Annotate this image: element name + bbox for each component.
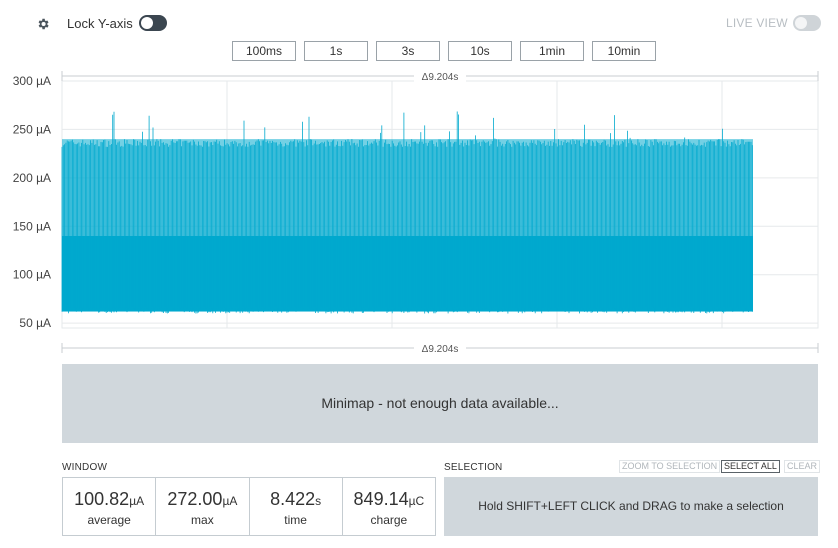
stat-time-label: time <box>284 513 307 527</box>
y-tick-label: 200 µA <box>13 171 51 185</box>
window-1s-button[interactable]: 1s <box>304 41 368 61</box>
stat-average-value: 100.82 <box>74 489 130 509</box>
y-tick-label: 250 µA <box>13 122 51 136</box>
window-10s-button[interactable]: 10s <box>448 41 512 61</box>
stat-time-unit: s <box>315 494 322 508</box>
window-3s-button[interactable]: 3s <box>376 41 440 61</box>
stat-max-unit: µA <box>222 494 238 508</box>
window-1min-button[interactable]: 1min <box>520 41 584 61</box>
lock-y-axis-label: Lock Y-axis <box>67 16 133 31</box>
window-100ms-button[interactable]: 100ms <box>232 41 296 61</box>
y-tick-label: 50 µA <box>19 316 51 330</box>
window-stats: 100.82µA average 272.00µA max 8.422s tim… <box>62 477 436 536</box>
minimap[interactable]: Minimap - not enough data available... <box>62 364 818 443</box>
stat-charge-label: charge <box>370 513 408 527</box>
window-section-label: WINDOW <box>62 462 108 473</box>
delta-bottom-marker: Δ9.204s <box>61 341 819 355</box>
y-axis-ticks: 300 µA 250 µA 200 µA 150 µA 100 µA 50 µA <box>13 74 51 330</box>
stat-time-value: 8.422 <box>270 489 316 509</box>
stat-time: 8.422s time <box>250 478 343 535</box>
y-tick-label: 300 µA <box>13 74 51 88</box>
y-tick-label: 150 µA <box>13 219 51 233</box>
current-trace-series <box>61 111 753 314</box>
select-all-button[interactable]: SELECT ALL <box>721 460 780 473</box>
stat-charge-unit: µC <box>408 494 425 508</box>
stat-charge-value: 849.14 <box>353 489 409 509</box>
delta-top-label: Δ9.204s <box>422 72 459 83</box>
y-tick-label: 100 µA <box>13 268 51 282</box>
toggle-knob <box>141 17 153 29</box>
clear-selection-button[interactable]: CLEAR <box>784 460 821 473</box>
selection-section-label: SELECTION <box>444 462 503 473</box>
toggle-knob <box>795 17 807 29</box>
stat-max-value: 272.00 <box>167 489 223 509</box>
window-10min-button[interactable]: 10min <box>592 41 656 61</box>
zoom-to-selection-button[interactable]: ZOOM TO SELECTION <box>619 460 721 473</box>
stat-average-unit: µA <box>129 494 145 508</box>
stat-max-label: max <box>191 513 214 527</box>
stat-max: 272.00µA max <box>156 478 250 535</box>
minimap-message: Minimap - not enough data available... <box>321 395 559 411</box>
current-chart[interactable]: 300 µA 250 µA 200 µA 150 µA 100 µA 50 µA Δ9.2… <box>0 64 838 364</box>
live-view-label: LIVE VIEW <box>726 16 788 30</box>
live-view-toggle[interactable] <box>793 15 821 31</box>
delta-bottom-label: Δ9.204s <box>422 344 459 355</box>
gear-icon[interactable] <box>36 17 50 31</box>
stat-charge: 849.14µC charge <box>343 478 435 535</box>
selection-panel[interactable]: Hold SHIFT+LEFT CLICK and DRAG to make a… <box>444 477 818 536</box>
stat-average-label: average <box>87 513 131 527</box>
lock-y-axis-toggle[interactable] <box>139 15 167 31</box>
selection-hint: Hold SHIFT+LEFT CLICK and DRAG to make a… <box>478 499 784 513</box>
stat-average: 100.82µA average <box>63 478 157 535</box>
